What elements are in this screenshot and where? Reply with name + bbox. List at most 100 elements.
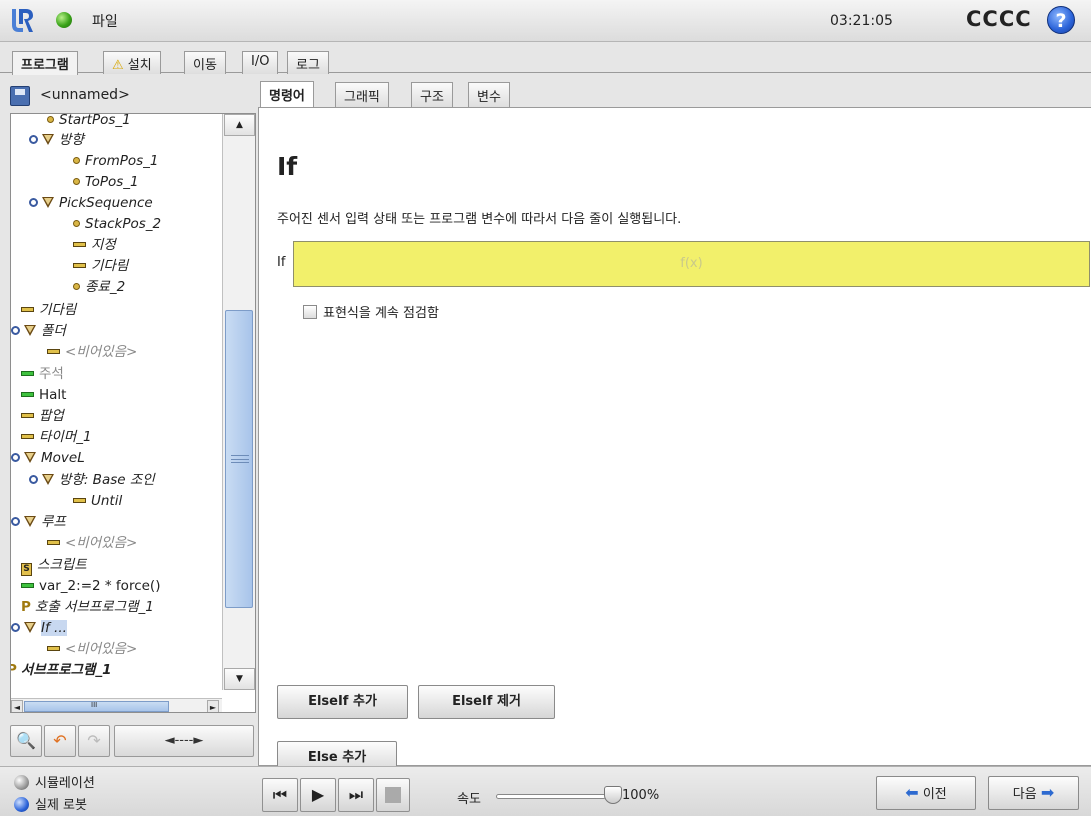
tree-item[interactable]: <비어있음> (47, 342, 137, 362)
tree-item[interactable]: P서브프로그램_1 (11, 660, 112, 680)
previous-button[interactable]: ⬅ 이전 (876, 776, 976, 810)
tree-item[interactable]: PickSequence (29, 193, 153, 213)
speed-slider-thumb[interactable] (604, 786, 622, 804)
expand-icon[interactable] (11, 453, 20, 462)
continuous-check-row[interactable]: 표현식을 계속 점검함 (303, 302, 439, 321)
add-elseif-button[interactable]: ElseIf 추가 (277, 685, 408, 719)
tree-item[interactable]: 팝업 (21, 406, 64, 426)
tree-item[interactable]: 종료_2 (73, 277, 125, 297)
move-arrows-button[interactable]: ◄----► (114, 725, 254, 757)
header-bar: 파일 03:21:05 CCCC ? (0, 0, 1091, 42)
tab-command[interactable]: 명령어 (260, 81, 314, 108)
tree-item[interactable]: 방향: Base 조인 (29, 470, 155, 490)
remove-elseif-button[interactable]: ElseIf 제거 (418, 685, 555, 719)
hscroll-grip: III (91, 701, 98, 709)
expand-icon[interactable] (29, 135, 38, 144)
tree-toolbar: 🔍 ↶ ↷ ◄----► (10, 725, 256, 760)
tab-structure[interactable]: 구조 (411, 82, 453, 107)
mode-real-robot-label: 실제 로봇 (35, 798, 87, 813)
tab-variables[interactable]: 변수 (468, 82, 510, 107)
expression-field[interactable]: f(x) (293, 241, 1090, 287)
save-icon[interactable] (10, 86, 30, 106)
radio-selected-icon[interactable] (14, 797, 29, 812)
waypoint-icon (47, 116, 54, 123)
tree-vertical-scrollbar[interactable]: ▲ ▼ (222, 114, 255, 690)
tab-move-label: 이동 (193, 58, 217, 73)
tree-item[interactable]: 기다림 (73, 256, 128, 276)
command-description: 주어진 센서 입력 상태 또는 프로그램 변수에 따라서 다음 줄이 실행됩니다… (277, 212, 682, 227)
expand-icon[interactable] (29, 198, 38, 207)
tab-move[interactable]: 이동 (184, 51, 226, 74)
tree-item[interactable]: ToPos_1 (73, 172, 139, 192)
tree-item[interactable]: var_2:=2 * force() (21, 576, 160, 596)
help-icon[interactable]: ? (1047, 6, 1075, 34)
until-icon (73, 498, 86, 503)
tree-item-selected[interactable]: If ... (11, 618, 67, 638)
folder-icon (24, 325, 36, 336)
tree-item[interactable]: <비어있음> (47, 639, 137, 659)
command-icon (47, 646, 60, 651)
previous-label: 이전 (922, 787, 947, 802)
tree-item[interactable]: 폴더 (11, 321, 66, 341)
tree-content: StartPos_1 방향 FromPos_1 ToPos_1 PickSequ… (11, 114, 222, 690)
tree-item[interactable]: FromPos_1 (73, 151, 159, 171)
robot-name: CCCC (966, 7, 1032, 31)
tree-horizontal-scrollbar[interactable]: ◄ III ► (11, 698, 222, 712)
grip-icon (231, 455, 249, 463)
radio-icon[interactable] (14, 775, 29, 790)
speed-slider[interactable] (496, 794, 606, 799)
arrow-left-icon: ⬅ (905, 783, 919, 802)
tab-graphics[interactable]: 그래픽 (335, 82, 389, 107)
tree-item[interactable]: 타이머_1 (21, 427, 92, 447)
tree-item[interactable]: P 호출 서브프로그램_1 (21, 597, 154, 617)
scroll-thumb[interactable] (225, 310, 253, 608)
tree-item[interactable]: 루프 (11, 512, 66, 532)
tree-item[interactable]: <비어있음> (47, 533, 137, 553)
tree-item[interactable]: 주석 (21, 364, 64, 384)
mode-real-robot[interactable]: 실제 로봇 (14, 794, 87, 813)
expand-icon[interactable] (11, 623, 20, 632)
tree-item[interactable]: MoveL (11, 448, 85, 468)
search-icon[interactable]: 🔍 (10, 725, 42, 757)
tree-item[interactable]: 기다림 (21, 300, 76, 320)
skip-start-icon[interactable]: ⏮ (262, 778, 298, 812)
scroll-down-icon[interactable]: ▼ (224, 668, 255, 690)
mode-simulation[interactable]: 시뮬레이션 (14, 772, 95, 791)
hscroll-thumb[interactable]: III (24, 701, 169, 712)
tree-item[interactable]: S 스크립트 (21, 555, 87, 576)
scroll-right-icon[interactable]: ► (207, 700, 219, 712)
redo-icon[interactable]: ↷ (78, 725, 110, 757)
tab-io[interactable]: I/O (242, 51, 279, 74)
if-label: If (277, 255, 286, 270)
tab-installation[interactable]: ⚠ 설치 (103, 51, 161, 74)
stop-icon[interactable] (376, 778, 410, 812)
halt-icon (21, 392, 34, 397)
tree-item[interactable]: 지정 (73, 235, 116, 255)
step-icon[interactable]: ⏭ (338, 778, 374, 812)
move-icon (24, 452, 36, 463)
continuous-check-checkbox[interactable] (303, 305, 317, 319)
tree-item[interactable]: 방향 (29, 130, 84, 150)
tab-log[interactable]: 로그 (287, 51, 329, 74)
ur-logo-icon (12, 9, 33, 32)
expand-icon[interactable] (29, 475, 38, 484)
expand-icon[interactable] (11, 517, 20, 526)
tree-item[interactable]: Until (73, 491, 122, 511)
tab-program[interactable]: 프로그램 (12, 51, 78, 75)
next-button[interactable]: 다음 ➡ (988, 776, 1079, 810)
waypoint-icon (73, 283, 80, 290)
tab-graphics-label: 그래픽 (344, 90, 380, 105)
scroll-up-icon[interactable]: ▲ (224, 114, 255, 136)
undo-icon[interactable]: ↶ (44, 725, 76, 757)
tree-item[interactable]: Halt (21, 385, 66, 405)
scroll-left-icon[interactable]: ◄ (11, 700, 23, 712)
waypoint-icon (73, 220, 80, 227)
tree-item[interactable]: StackPos_2 (73, 214, 161, 234)
file-menu[interactable]: 파일 (92, 11, 118, 31)
expand-icon[interactable] (11, 326, 20, 335)
subprogram-icon: P (11, 662, 17, 678)
play-icon[interactable]: ▶ (300, 778, 336, 812)
command-title: If (277, 152, 298, 181)
script-icon: S (21, 563, 32, 576)
tree-item[interactable]: StartPos_1 (47, 114, 131, 130)
